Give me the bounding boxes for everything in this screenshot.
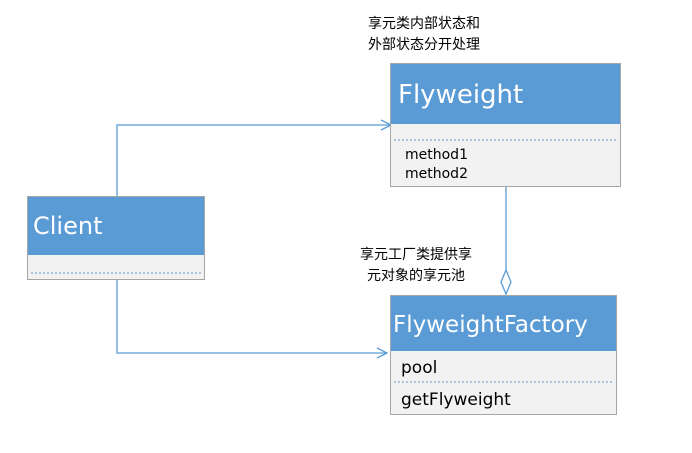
factory-note-line-1: 享元工厂类提供享 xyxy=(360,246,472,263)
client-to-factory-association xyxy=(116,280,387,353)
flyweight-method-2: method2 xyxy=(405,166,468,182)
client-class[interactable]: Client xyxy=(27,196,205,280)
flyweight-class[interactable]: Flyweight method1 method2 xyxy=(390,63,621,187)
flyweight-note-line-1: 享元类内部状态和 xyxy=(368,15,480,32)
client-class-body xyxy=(27,255,205,280)
factory-attribute-pool: pool xyxy=(401,358,437,378)
flyweight-factory-class[interactable]: FlyweightFactory pool getFlyweight xyxy=(390,295,617,415)
flyweight-method-1: method1 xyxy=(405,147,468,163)
flyweight-class-name: Flyweight xyxy=(398,80,523,110)
aggregation-diamond-icon xyxy=(500,268,512,296)
flyweight-note-line-2: 外部状态分开处理 xyxy=(368,37,480,53)
factory-note-line-2: 元对象的享元池 xyxy=(367,267,465,284)
flyweight-class-diagram: 享元类内部状态和 外部状态分开处理 享元工厂类提供享 元对象的享元池 Flywe… xyxy=(27,15,621,415)
client-to-flyweight-association xyxy=(116,125,391,196)
client-class-name: Client xyxy=(33,212,102,240)
factory-method-get-flyweight: getFlyweight xyxy=(401,390,511,410)
factory-class-name: FlyweightFactory xyxy=(393,312,588,338)
